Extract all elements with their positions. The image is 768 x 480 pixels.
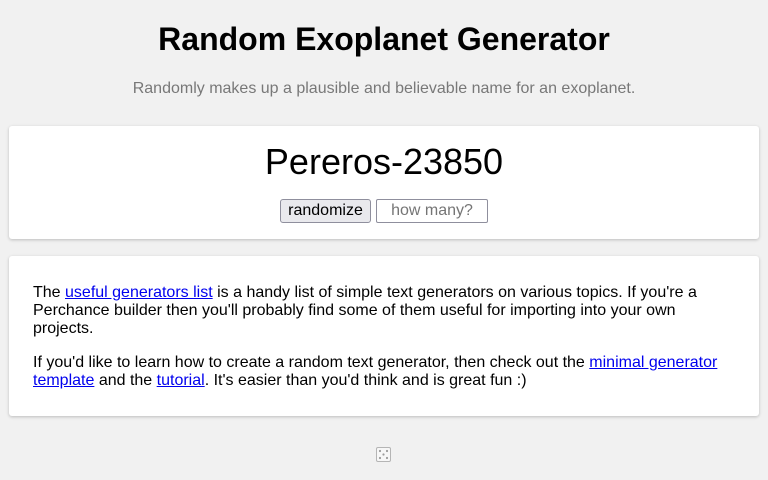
info-p2-prefix: If you'd like to learn how to create a r… (33, 354, 590, 371)
dice-icon[interactable] (376, 447, 391, 462)
how-many-input[interactable] (376, 199, 488, 223)
info-p2-middle: and the (94, 372, 157, 389)
info-content: The useful generators list is a handy li… (33, 284, 733, 406)
info-paragraph-1: The useful generators list is a handy li… (33, 284, 733, 338)
generator-controls: randomize (280, 199, 488, 223)
info-paragraph-2: If you'd like to learn how to create a r… (33, 354, 733, 390)
page-title: Random Exoplanet Generator (158, 21, 610, 57)
dice-icon-graphic (376, 447, 391, 462)
generated-name: Pereros-23850 (264, 141, 504, 182)
page-subtitle: Randomly makes up a plausible and believ… (132, 80, 636, 97)
tutorial-link[interactable]: tutorial (157, 372, 205, 389)
useful-generators-link[interactable]: useful generators list (65, 284, 213, 301)
randomize-button[interactable]: randomize (280, 199, 371, 223)
info-p2-suffix: . It's easier than you'd think and is gr… (204, 372, 527, 389)
info-p1-prefix: The (33, 284, 66, 301)
